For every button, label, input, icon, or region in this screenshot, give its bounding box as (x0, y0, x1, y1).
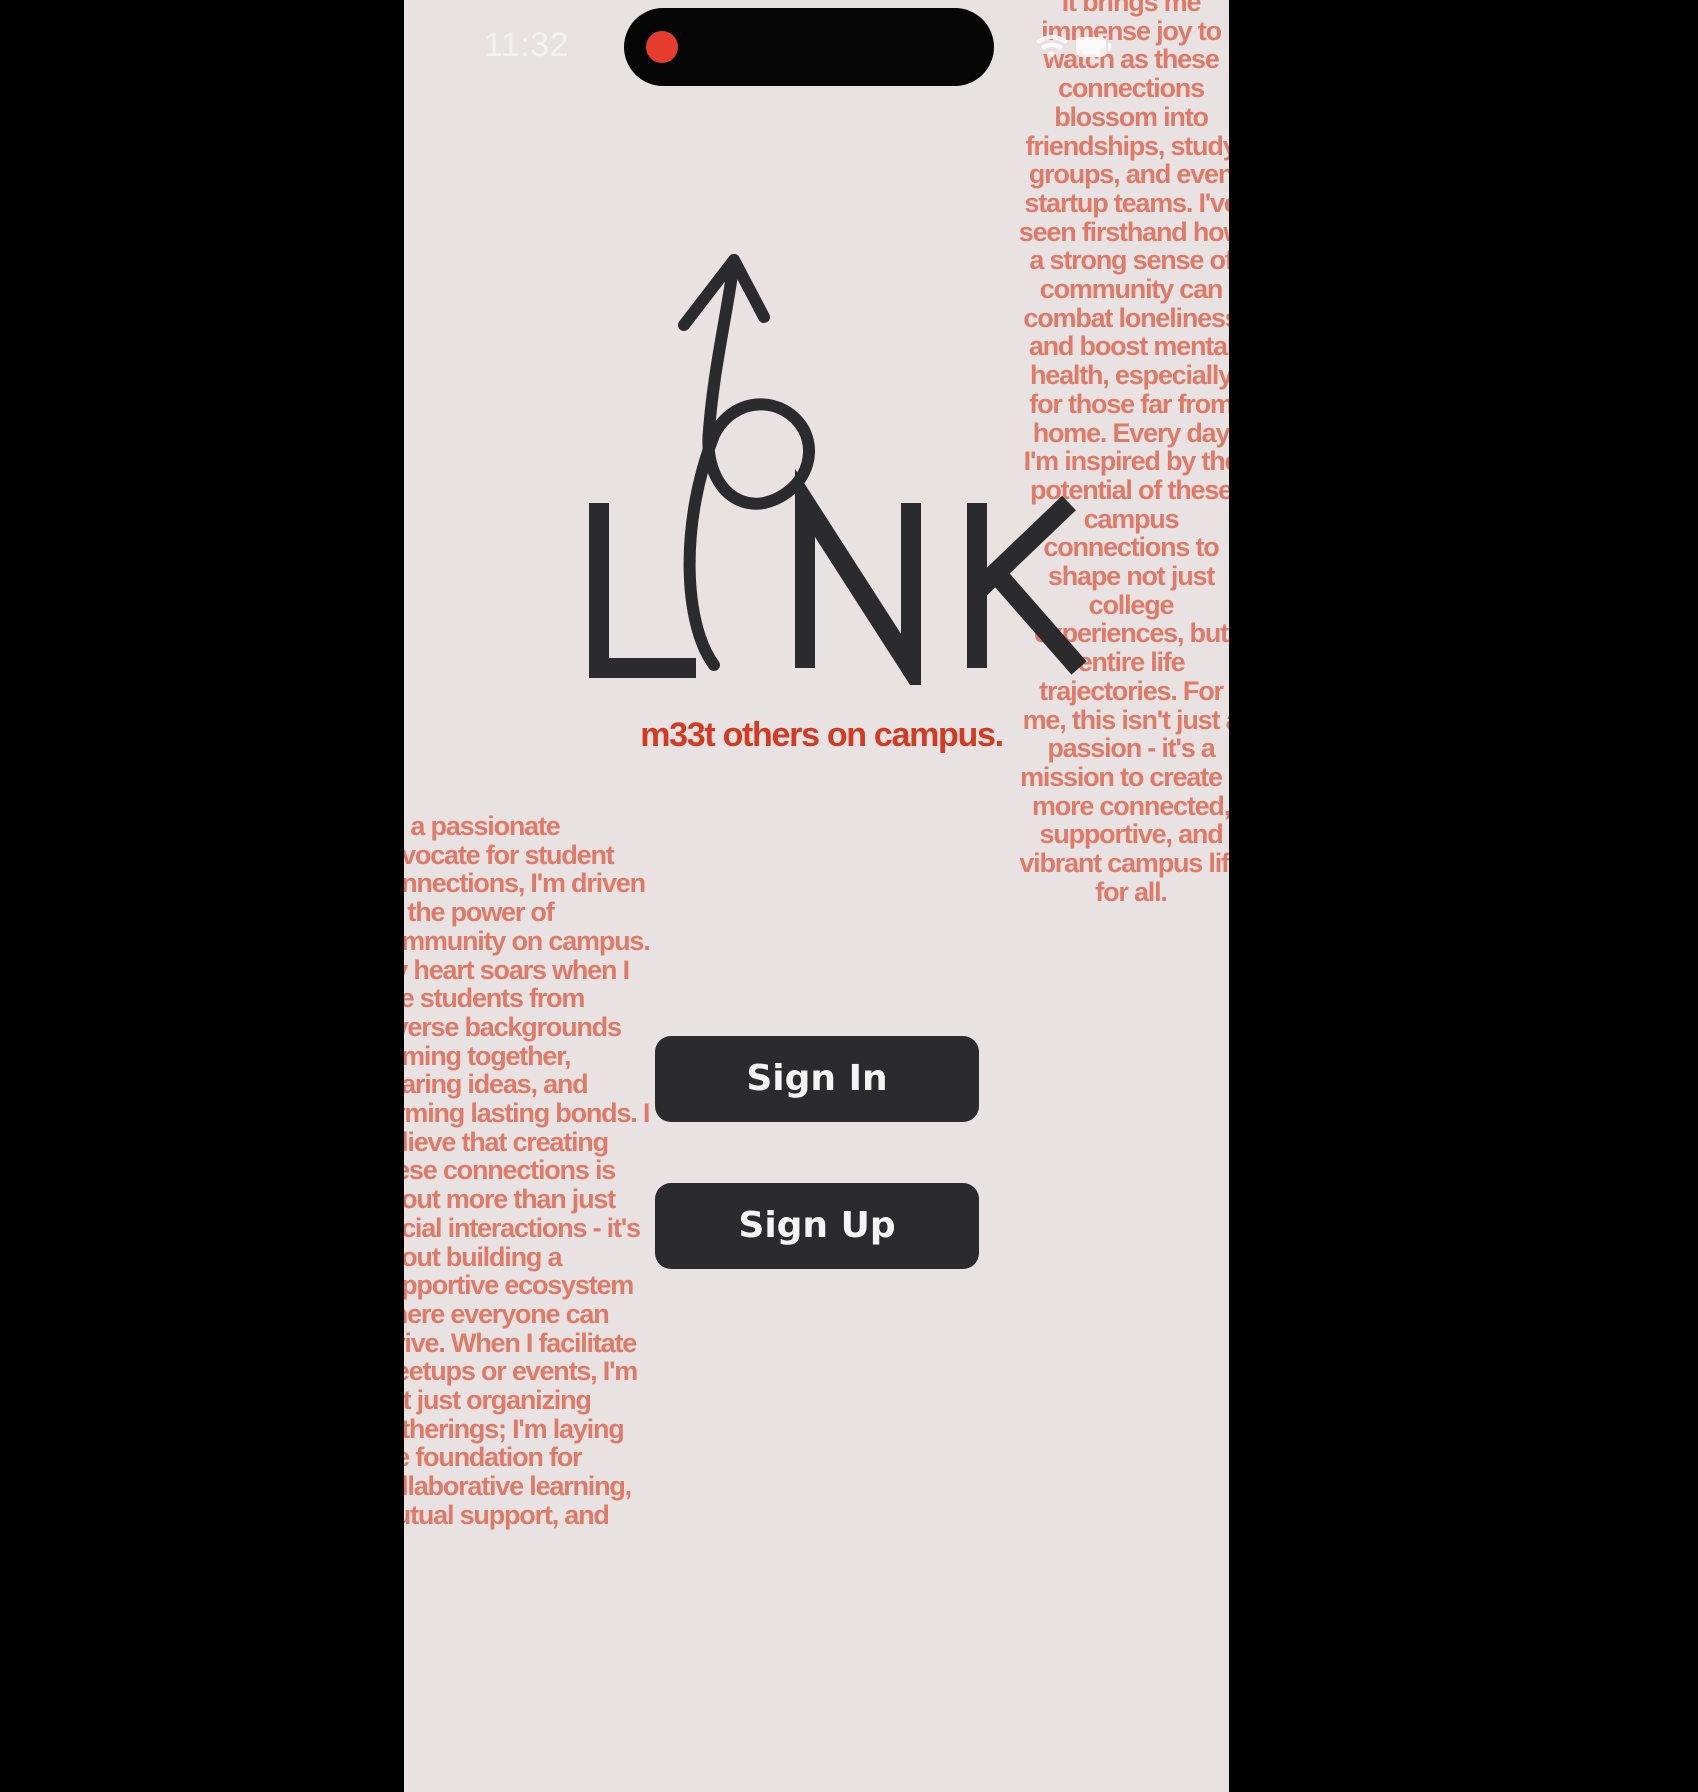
dynamic-island (624, 8, 994, 86)
wifi-icon (1036, 34, 1068, 58)
logo-letter-l (589, 503, 696, 678)
logo-arrow-loop-icon (683, 254, 815, 671)
battery-icon (1076, 37, 1111, 57)
sign-in-button[interactable]: Sign In (655, 1036, 979, 1122)
status-icons (1036, 34, 1111, 58)
app-screen: It brings me immense joy to watch as the… (404, 0, 1229, 1792)
sign-up-button[interactable]: Sign Up (655, 1183, 979, 1269)
link-logo (589, 254, 1087, 685)
recording-indicator-icon (646, 31, 678, 63)
logo-letters (589, 468, 1087, 685)
logo-letter-n (795, 468, 921, 685)
logo-letter-k (967, 495, 1087, 675)
tagline: m33t others on campus. (640, 716, 1004, 754)
status-bar-time: 11:32 (484, 26, 570, 64)
background-quote-left: As a passionate advocate for student con… (404, 811, 651, 1530)
